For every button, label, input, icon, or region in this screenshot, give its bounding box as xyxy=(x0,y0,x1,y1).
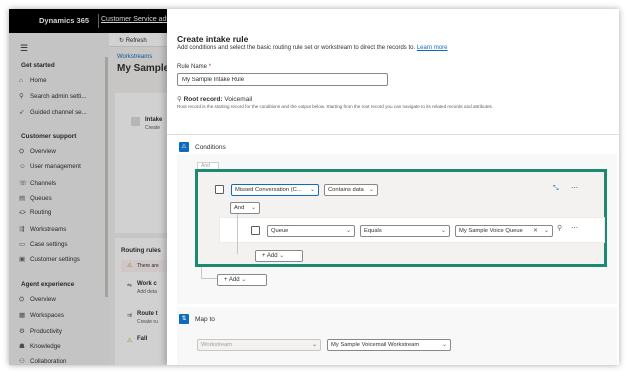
map-type-value: Workstream xyxy=(201,342,233,348)
condition-field-value: Missed Conversation (C... xyxy=(235,187,302,193)
map-value: My Sample Voicemail Workstream xyxy=(331,342,420,348)
more-options-icon[interactable]: ⋯ xyxy=(571,184,578,192)
plus-icon: + xyxy=(224,277,228,283)
nested-field-value: Queue xyxy=(271,228,289,234)
root-record: ⚲ Root record: Voicemail xyxy=(177,95,252,103)
root-record-label: Root record: xyxy=(183,96,223,103)
clear-icon[interactable]: ✕ xyxy=(533,226,538,236)
conditions-label: Conditions xyxy=(195,144,226,151)
rule-name-input[interactable] xyxy=(177,73,388,86)
map-type-dropdown[interactable]: Workstream ⌄ xyxy=(197,339,321,351)
add-inner-button[interactable]: + Add ⌄ xyxy=(255,250,303,262)
root-record-description: Root record is the starting record for t… xyxy=(177,104,494,109)
chevron-down-icon: ⌄ xyxy=(250,205,256,211)
chevron-down-icon: ⌄ xyxy=(311,342,317,348)
create-intake-rule-panel: Create intake rule Add conditions and se… xyxy=(167,9,619,365)
nested-operator-value: Equals xyxy=(364,228,382,234)
nested-field-dropdown[interactable]: Queue ⌄ xyxy=(267,225,355,237)
app-window: Dynamics 365 Customer Service admin cent… xyxy=(9,9,619,365)
group-operator-value: And xyxy=(234,205,245,211)
dialog-subtitle: Add conditions and select the basic rout… xyxy=(177,45,447,51)
map-to-label: Map to xyxy=(195,316,215,323)
rule-name-label: Rule Name * xyxy=(177,64,211,70)
root-record-value: Voicemail xyxy=(224,96,253,103)
person-icon: ⚲ xyxy=(177,96,182,103)
learn-more-link[interactable]: Learn more xyxy=(417,45,448,51)
condition-checkbox[interactable] xyxy=(215,185,224,194)
nested-value-dropdown[interactable]: My Sample Voice Queue ✕ ⌄ xyxy=(455,225,553,237)
nested-condition-checkbox[interactable] xyxy=(251,226,260,235)
nested-operator-dropdown[interactable]: Equals ⌄ xyxy=(360,225,450,237)
divider xyxy=(167,134,619,135)
chevron-down-icon: ⌄ xyxy=(543,228,549,234)
more-options-icon[interactable]: ⋯ xyxy=(571,224,578,232)
search-icon[interactable]: ⚲ xyxy=(557,224,562,232)
map-to-icon: ⇅ xyxy=(179,314,189,324)
add-inner-label: Add xyxy=(266,253,278,259)
rule-name-label-text: Rule Name xyxy=(177,64,208,70)
chevron-down-icon: ⌄ xyxy=(441,342,447,348)
dialog-title: Create intake rule xyxy=(177,34,249,44)
chevron-down-icon: ⌄ xyxy=(309,187,315,193)
chevron-down-icon: ⌄ xyxy=(440,228,446,234)
group-operator-dropdown[interactable]: And ⌄ xyxy=(230,202,260,214)
map-value-dropdown[interactable]: My Sample Voicemail Workstream ⌄ xyxy=(327,339,451,351)
chevron-down-icon: ⌄ xyxy=(345,228,351,234)
condition-field-dropdown[interactable]: Missed Conversation (C... ⌄ xyxy=(231,184,319,196)
add-outer-button[interactable]: + Add ⌄ xyxy=(217,274,267,286)
plus-icon: + xyxy=(262,253,266,259)
chevron-down-icon: ⌄ xyxy=(368,187,374,193)
conditions-icon: ⚠ xyxy=(179,142,189,152)
dialog-subtitle-text: Add conditions and select the basic rout… xyxy=(177,45,416,51)
tree-connector xyxy=(201,278,217,279)
add-outer-label: Add xyxy=(228,277,240,283)
modal-overlay[interactable] xyxy=(9,9,167,365)
condition-operator-dropdown[interactable]: Contains data ⌄ xyxy=(324,184,378,196)
nested-value: My Sample Voice Queue xyxy=(459,228,523,234)
required-marker: * xyxy=(208,64,212,70)
chevron-down-icon: ⌄ xyxy=(241,277,247,283)
condition-operator-value: Contains data xyxy=(328,187,364,193)
tree-connector xyxy=(237,214,238,254)
map-to-section xyxy=(177,307,617,365)
chevron-down-icon: ⌄ xyxy=(279,253,285,259)
collapse-icon[interactable]: ⤡ xyxy=(553,185,559,193)
